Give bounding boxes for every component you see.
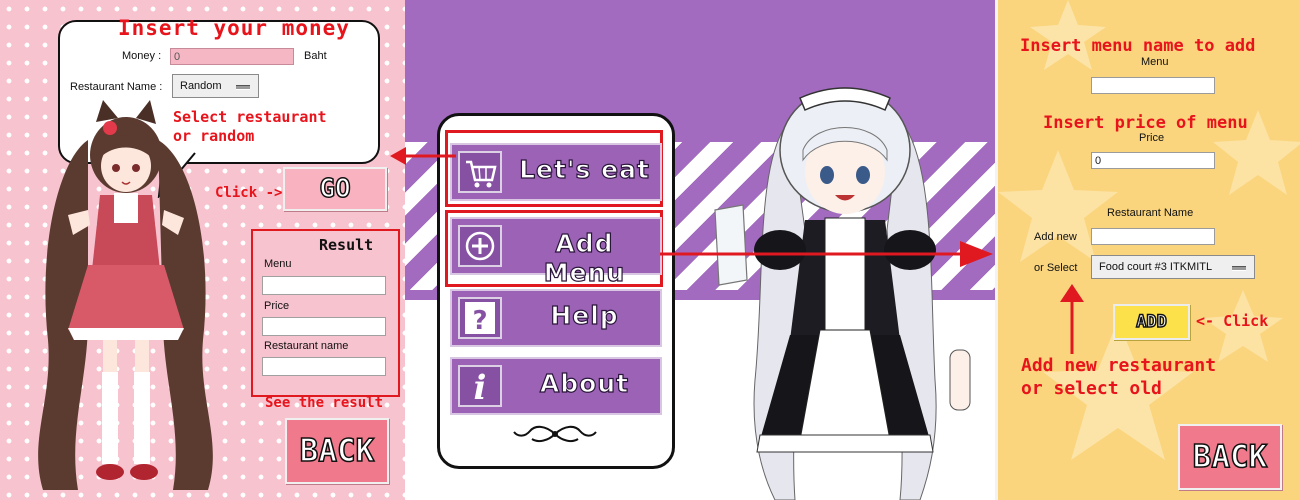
click-hint: Click -> bbox=[215, 185, 283, 201]
ornament-icon bbox=[513, 425, 597, 443]
add-menu-button[interactable]: Add Menu bbox=[450, 217, 662, 288]
restaurant-select[interactable]: Food court #3 ITKMITL bbox=[1091, 255, 1255, 279]
money-input[interactable]: 0 bbox=[170, 48, 294, 65]
back-button-right[interactable]: BACK bbox=[1178, 424, 1282, 490]
result-price-label: Price bbox=[264, 300, 290, 312]
svg-text:i: i bbox=[474, 368, 487, 405]
arrow-to-find-screen bbox=[390, 147, 456, 165]
help-button[interactable]: ? Help bbox=[450, 289, 662, 347]
result-restaurant-label: Restaurant name bbox=[264, 340, 349, 352]
restaurant-select-value: Random bbox=[180, 80, 222, 92]
back-button-left-label: BACK bbox=[299, 432, 375, 470]
price-label: Price bbox=[1139, 132, 1165, 144]
add-restaurant-hint: Add new restaurant or select old bbox=[1021, 354, 1216, 400]
restaurant-select[interactable]: Random bbox=[172, 74, 259, 98]
menu-title: Insert menu name to add bbox=[1020, 36, 1256, 56]
add-new-restaurant-input[interactable] bbox=[1091, 228, 1215, 245]
or-select-label: or Select bbox=[1034, 262, 1078, 274]
add-new-label: Add new bbox=[1034, 231, 1077, 243]
result-menu-label: Menu bbox=[264, 258, 292, 270]
add-button[interactable]: ADD bbox=[1113, 304, 1190, 340]
price-input[interactable]: 0 bbox=[1091, 152, 1215, 169]
lets-eat-button[interactable]: Let's eat bbox=[450, 143, 662, 201]
result-price-field bbox=[262, 317, 386, 336]
arrow-up-icon bbox=[1060, 284, 1084, 354]
menu-label: Menu bbox=[1141, 56, 1169, 68]
money-title: Insert your money bbox=[118, 16, 350, 40]
result-menu-field bbox=[262, 276, 386, 295]
chocola-character-image bbox=[38, 100, 213, 490]
restaurant-name-label: Restaurant Name bbox=[1107, 207, 1194, 219]
find-restaurant-screen: Insert your money Money : 0 Baht Restaur… bbox=[0, 0, 405, 500]
plus-circle-icon bbox=[458, 225, 502, 267]
svg-text:?: ? bbox=[472, 306, 487, 336]
menu-name-input[interactable] bbox=[1091, 77, 1215, 94]
back-button-right-label: BACK bbox=[1192, 438, 1268, 476]
go-button[interactable]: GO bbox=[283, 167, 387, 211]
price-title: Insert price of menu bbox=[1043, 113, 1248, 133]
about-button[interactable]: i About bbox=[450, 357, 662, 415]
add-button-label: ADD bbox=[1135, 311, 1167, 333]
see-result-hint: See the result bbox=[265, 395, 384, 411]
money-unit: Baht bbox=[304, 50, 327, 62]
add-hint-line2: or select old bbox=[1021, 378, 1162, 399]
help-label: Help bbox=[550, 300, 619, 330]
restaurant-select-value: Food court #3 ITKMITL bbox=[1099, 261, 1213, 273]
add-menu-screen: Insert menu name to add Menu Insert pric… bbox=[995, 0, 1300, 500]
lets-eat-label: Let's eat bbox=[518, 154, 650, 184]
add-menu-label: Add Menu bbox=[543, 228, 626, 287]
question-icon: ? bbox=[458, 297, 502, 339]
arrow-to-add-menu-screen bbox=[660, 241, 993, 267]
info-icon: i bbox=[458, 365, 502, 408]
maid-character-image bbox=[714, 87, 971, 500]
back-button-left[interactable]: BACK bbox=[285, 418, 389, 484]
restaurant-name-label: Restaurant Name : bbox=[70, 81, 163, 93]
add-hint-line1: Add new restaurant bbox=[1021, 355, 1217, 376]
about-label: About bbox=[539, 368, 630, 398]
chevron-down-icon bbox=[236, 85, 250, 90]
result-restaurant-field bbox=[262, 357, 386, 376]
click-hint: <- Click bbox=[1196, 312, 1269, 330]
money-label: Money : bbox=[122, 50, 162, 62]
result-panel: Result Menu Price Restaurant name bbox=[251, 229, 400, 397]
go-button-label: GO bbox=[319, 173, 352, 205]
result-title: Result bbox=[319, 236, 374, 254]
chevron-down-icon bbox=[1232, 266, 1246, 271]
cart-icon bbox=[458, 151, 502, 193]
